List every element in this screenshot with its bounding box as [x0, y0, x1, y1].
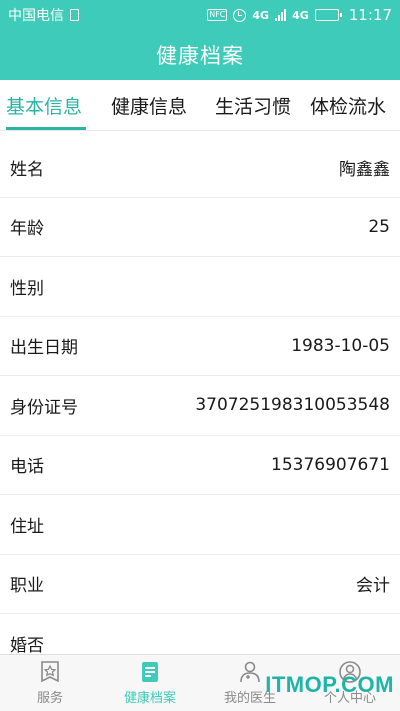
- star-badge-icon: [39, 660, 61, 684]
- status-bar: 中国电信 NFC 4G 4G 11:17: [0, 0, 400, 30]
- network-4g-label: 4G: [252, 8, 270, 22]
- info-row-marital-status[interactable]: 婚否: [0, 614, 400, 654]
- row-value: 25: [368, 216, 390, 237]
- row-label: 出生日期: [10, 338, 78, 359]
- row-value: 1983-10-05: [291, 335, 390, 356]
- tab-lifestyle[interactable]: 生活习惯: [215, 80, 291, 130]
- row-label: 身份证号: [10, 397, 78, 418]
- network-4g-secondary-label: 4G: [292, 8, 309, 22]
- row-label: 职业: [10, 576, 44, 597]
- tab-basic-info[interactable]: 基本信息: [6, 80, 87, 130]
- watermark: ITMOP.COM: [265, 672, 394, 697]
- app-header: 健康档案: [0, 30, 400, 80]
- row-label: 性别: [10, 278, 44, 299]
- row-label: 电话: [10, 457, 44, 478]
- info-row-name[interactable]: 姓名 陶鑫鑫: [0, 138, 400, 198]
- carrier-name: 中国电信: [8, 8, 64, 24]
- nav-label: 健康档案: [123, 691, 176, 706]
- row-value: 370725198310053548: [195, 395, 390, 416]
- signal-icon: [275, 9, 287, 21]
- nav-item-health-record[interactable]: 健康档案: [100, 655, 200, 711]
- row-label: 姓名: [10, 159, 44, 180]
- info-row-occupation[interactable]: 职业 会计: [0, 555, 400, 614]
- row-value: 15376907671: [271, 454, 390, 475]
- sim-card-icon: [70, 9, 79, 21]
- tab-checkup-records[interactable]: 体检流水: [310, 80, 386, 130]
- info-row-address[interactable]: 住址: [0, 495, 400, 555]
- page-title: 健康档案: [156, 44, 244, 68]
- row-value: 会计: [356, 576, 390, 597]
- doctor-icon: [238, 660, 262, 684]
- nav-item-service[interactable]: 服务: [0, 655, 100, 711]
- info-row-id-number[interactable]: 身份证号 370725198310053548: [0, 376, 400, 436]
- nav-label: 服务: [36, 691, 63, 706]
- row-label: 住址: [10, 516, 44, 537]
- row-label: 年龄: [10, 219, 44, 240]
- row-value: 陶鑫鑫: [339, 159, 390, 180]
- info-row-age[interactable]: 年龄 25: [0, 198, 400, 257]
- row-label: 婚否: [10, 635, 44, 654]
- info-row-gender[interactable]: 性别: [0, 257, 400, 317]
- alarm-icon: [233, 8, 247, 22]
- nfc-icon: NFC: [207, 9, 228, 21]
- info-row-phone[interactable]: 电话 15376907671: [0, 436, 400, 495]
- clock: 11:17: [348, 6, 392, 24]
- battery-icon: [314, 9, 342, 21]
- tab-bar: 基本信息 健康信息 生活习惯 体检流水: [0, 80, 400, 131]
- basic-info-list[interactable]: 姓名 陶鑫鑫 年龄 25 性别 出生日期 1983-10-05 身份证号 370…: [0, 138, 400, 654]
- info-row-birth-date[interactable]: 出生日期 1983-10-05: [0, 317, 400, 376]
- tab-health-info[interactable]: 健康信息: [111, 80, 187, 130]
- health-record-icon: [139, 660, 161, 684]
